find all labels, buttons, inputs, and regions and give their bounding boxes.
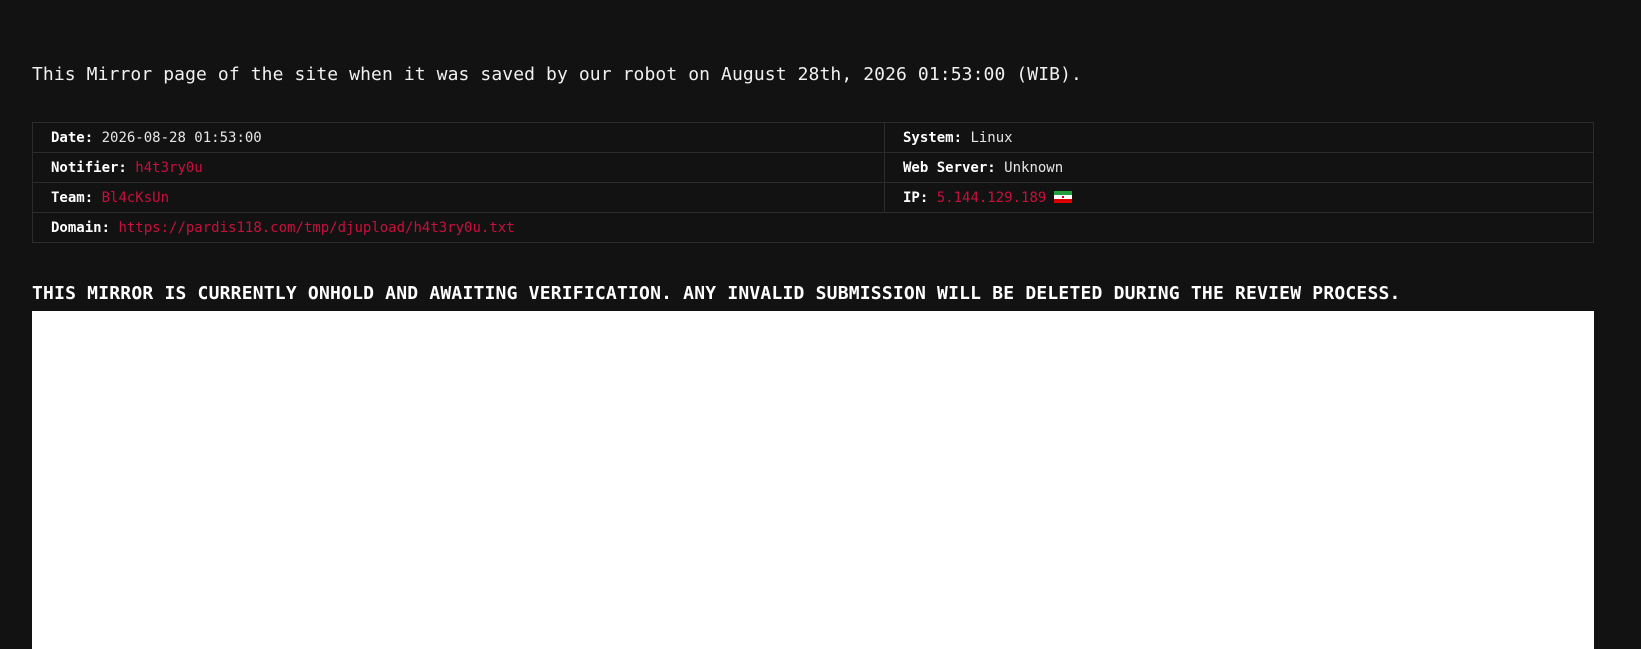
info-row-date-system: Date: 2026-08-28 01:53:00 System: Linux <box>32 122 1594 153</box>
mirror-info-table: Date: 2026-08-28 01:53:00 System: Linux … <box>32 122 1594 243</box>
date-label: Date: <box>51 129 94 146</box>
iran-flag-icon <box>1054 190 1073 203</box>
notifier-link[interactable]: h4t3ry0u <box>135 160 202 176</box>
info-row-team-ip: Team: Bl4cKsUn IP: 5.144.129.189 <box>32 182 1594 213</box>
date-cell: Date: 2026-08-28 01:53:00 <box>32 122 885 153</box>
team-label: Team: <box>51 189 94 206</box>
domain-link[interactable]: https://pardis118.com/tmp/djupload/h4t3r… <box>118 220 514 236</box>
mirror-intro-text: This Mirror page of the site when it was… <box>32 64 1082 85</box>
domain-cell: Domain: https://pardis118.com/tmp/djuplo… <box>32 212 1594 243</box>
system-cell: System: Linux <box>884 122 1594 153</box>
domain-label: Domain: <box>51 219 111 236</box>
web-server-cell: Web Server: Unknown <box>884 152 1594 183</box>
web-server-value: Unknown <box>1004 159 1064 176</box>
date-value: 2026-08-28 01:53:00 <box>101 129 262 146</box>
mirror-content-frame[interactable] <box>32 311 1594 649</box>
team-link[interactable]: Bl4cKsUn <box>102 190 169 206</box>
notifier-cell: Notifier: h4t3ry0u <box>32 152 885 183</box>
web-server-label: Web Server: <box>903 159 996 176</box>
ip-label: IP: <box>903 189 929 206</box>
team-cell: Team: Bl4cKsUn <box>32 182 885 213</box>
system-label: System: <box>903 129 963 146</box>
info-row-domain: Domain: https://pardis118.com/tmp/djuplo… <box>32 212 1594 243</box>
ip-link[interactable]: 5.144.129.189 <box>937 190 1047 206</box>
info-row-notifier-webserver: Notifier: h4t3ry0u Web Server: Unknown <box>32 152 1594 183</box>
notifier-label: Notifier: <box>51 159 127 176</box>
onhold-notice: THIS MIRROR IS CURRENTLY ONHOLD AND AWAI… <box>32 283 1401 304</box>
system-value: Linux <box>970 129 1013 146</box>
ip-cell: IP: 5.144.129.189 <box>884 182 1594 213</box>
